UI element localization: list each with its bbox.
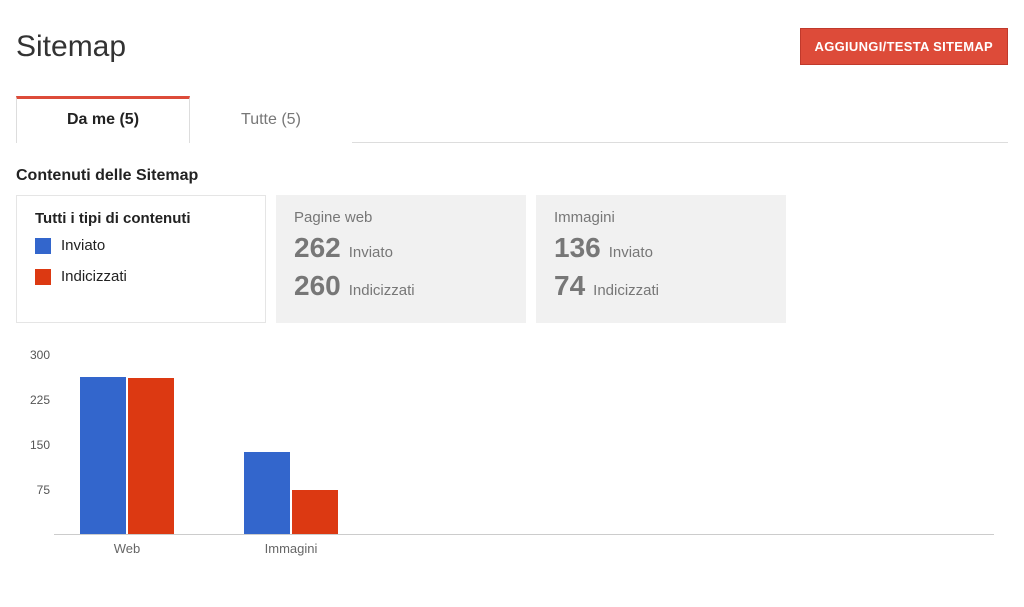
legend-item-label: Indicizzati	[61, 268, 127, 285]
stat-panel-title: Immagini	[554, 209, 768, 226]
stat-panel-title: Pagine web	[294, 209, 508, 226]
stat-sent-value: 136	[554, 232, 601, 264]
section-title: Contenuti delle Sitemap	[16, 167, 1008, 185]
x-tick-label: Immagini	[241, 541, 341, 556]
bar[interactable]	[292, 490, 338, 534]
tab-all[interactable]: Tutte (5)	[190, 96, 352, 143]
bar-chart: 75150225300	[54, 355, 994, 535]
stat-indexed-value: 260	[294, 270, 341, 302]
bar[interactable]	[244, 452, 290, 534]
stat-indexed-label: Indicizzati	[349, 282, 415, 299]
chart-area: 75150225300 Web Immagini	[20, 355, 1008, 559]
stat-row: Tutti i tipi di contenuti Inviato Indici…	[16, 195, 1008, 323]
y-tick-label: 300	[20, 348, 50, 362]
swatch-red-icon	[35, 269, 51, 285]
tab-mine[interactable]: Da me (5)	[16, 96, 190, 143]
stat-indexed-value: 74	[554, 270, 585, 302]
y-tick-label: 225	[20, 393, 50, 407]
swatch-blue-icon	[35, 238, 51, 254]
stat-sent-value: 262	[294, 232, 341, 264]
legend-panel: Tutti i tipi di contenuti Inviato Indici…	[16, 195, 266, 323]
x-axis-labels: Web Immagini	[54, 535, 994, 559]
legend-panel-title: Tutti i tipi di contenuti	[35, 210, 247, 227]
page-title: Sitemap	[16, 30, 126, 64]
stat-panel-web[interactable]: Pagine web 262 Inviato 260 Indicizzati	[276, 195, 526, 323]
legend-item-label: Inviato	[61, 237, 105, 254]
y-tick-label: 75	[20, 483, 50, 497]
bar[interactable]	[80, 377, 126, 534]
tab-bar: Da me (5) Tutte (5)	[16, 95, 1008, 143]
stat-sent-label: Inviato	[609, 244, 653, 261]
stat-indexed-label: Indicizzati	[593, 282, 659, 299]
bar-group	[244, 452, 338, 534]
bar-group	[80, 377, 174, 534]
stat-panel-images[interactable]: Immagini 136 Inviato 74 Indicizzati	[536, 195, 786, 323]
legend-item-sent: Inviato	[35, 237, 247, 254]
bar[interactable]	[128, 378, 174, 534]
x-tick-label: Web	[77, 541, 177, 556]
legend-item-indexed: Indicizzati	[35, 268, 247, 285]
y-tick-label: 150	[20, 438, 50, 452]
stat-sent-label: Inviato	[349, 244, 393, 261]
add-test-sitemap-button[interactable]: AGGIUNGI/TESTA SITEMAP	[800, 28, 1009, 65]
